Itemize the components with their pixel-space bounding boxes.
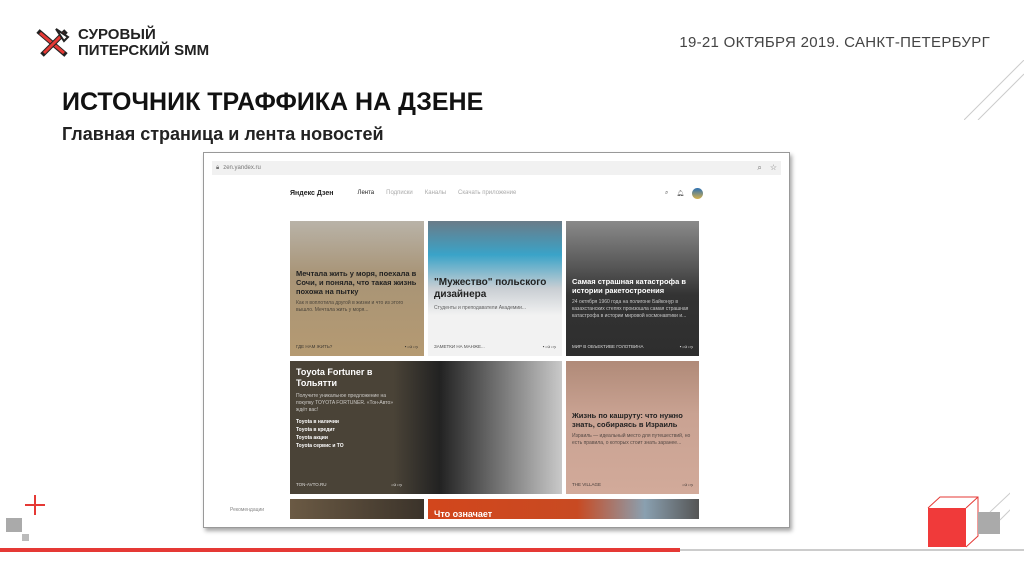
- star-icon[interactable]: ☆: [770, 163, 777, 173]
- card-what-means[interactable]: Что означает: [428, 499, 699, 519]
- like-dislike-icons[interactable]: ▪ 👍︎ 👎︎: [543, 344, 556, 350]
- ad-link[interactable]: Toyota акции: [296, 434, 556, 442]
- slide-title: ИСТОЧНИК ТРАФФИКА НА ДЗЕНЕ: [62, 88, 484, 116]
- card-text: Как я воплотила другой в жизни и что из …: [296, 300, 404, 313]
- ad-link[interactable]: Toyota сервис и ТО: [296, 442, 556, 450]
- lock-icon: 🔒︎: [216, 164, 220, 171]
- decorative-plus-squares: [6, 495, 45, 541]
- card-text: Израиль — идеальный место для путешестви…: [572, 433, 691, 446]
- nav-feed[interactable]: Лента: [358, 190, 375, 196]
- address-bar[interactable]: 🔒︎ zen.yandex.ru ⌕ ☆: [212, 161, 781, 175]
- like-dislike-icons[interactable]: ▪ 👍︎ 👎︎: [405, 344, 418, 350]
- slide-subtitle: Главная страница и лента новостей: [62, 124, 384, 144]
- like-dislike-icons[interactable]: 👍︎ 👎︎: [682, 482, 693, 488]
- card-text: Получите уникальное предложение на покуп…: [296, 393, 394, 413]
- footer-gray-line: [680, 549, 1024, 551]
- card-title: Самая страшная катастрофа в истории раке…: [572, 277, 686, 295]
- card-rocket[interactable]: Самая страшная катастрофа в истории раке…: [566, 221, 699, 356]
- nav-subscriptions[interactable]: Подписки: [386, 190, 413, 196]
- like-dislike-icons[interactable]: 👍︎ 👎︎: [391, 482, 402, 488]
- card-source[interactable]: ЗАМЕТКИ НА МАНЖЕ...: [434, 344, 485, 350]
- url-text: zen.yandex.ru: [223, 165, 261, 171]
- recommendations-label: Рекомендации: [230, 507, 265, 513]
- event-date: 19-21 ОКТЯБРЯ 2019. САНКТ-ПЕТЕРБУРГ: [679, 34, 990, 51]
- nav-download-app[interactable]: Скачать приложение: [458, 190, 516, 196]
- card-sochi[interactable]: Мечтала жить у моря, поехала в Сочи, и п…: [290, 221, 424, 356]
- card-source[interactable]: THE VILLAGE: [572, 482, 601, 488]
- zen-nav: Яндекс Дзен Лента Подписки Каналы Скачат…: [290, 186, 703, 200]
- card-title: Toyota Fortuner в Тольятти: [296, 367, 373, 388]
- footer-red-line: [0, 548, 680, 552]
- card-chandelier[interactable]: [290, 499, 424, 519]
- bell-icon[interactable]: 🔔︎: [676, 190, 684, 197]
- card-title: Мечтала жить у моря, поехала в Сочи, и п…: [296, 269, 417, 296]
- logo-line-1: СУРОВЫЙ: [78, 26, 156, 43]
- card-text: 24 октября 1960 года на полигоне Байкону…: [572, 299, 689, 319]
- ad-link[interactable]: Toyota в кредит: [296, 426, 556, 434]
- search-icon[interactable]: ⌕: [665, 190, 668, 197]
- decorative-lines: [964, 60, 1024, 120]
- card-source[interactable]: МИР В ОБЪЕКТИВЕ ГОЛОТВИНА: [572, 344, 644, 350]
- card-design[interactable]: "Мужество" польского дизайнера Студенты …: [428, 221, 562, 356]
- card-israel[interactable]: Жизнь по кашруту: что нужно знать, собир…: [566, 361, 699, 494]
- card-source[interactable]: TON-AVTO.RU: [296, 482, 327, 488]
- card-text: Студенты и преподаватели Академии...: [434, 305, 527, 311]
- card-source[interactable]: ГДЕ НАМ ЖИТЬ?: [296, 344, 332, 350]
- logo: СУРОВЫЙ ПИТЕРСКИЙ SMM: [34, 27, 209, 59]
- zen-logo[interactable]: Яндекс Дзен: [290, 190, 334, 197]
- card-toyota-ad[interactable]: Toyota Fortuner в Тольятти Получите уник…: [290, 361, 562, 494]
- ad-link[interactable]: Toyota в наличии: [296, 418, 556, 426]
- card-title: Жизнь по кашруту: что нужно знать, собир…: [572, 411, 683, 429]
- search-icon[interactable]: ⌕: [757, 163, 761, 173]
- pen-axe-logo-icon: [36, 28, 70, 57]
- avatar[interactable]: [692, 187, 703, 199]
- like-dislike-icons[interactable]: ▪ 👍︎ 👎︎: [680, 344, 693, 350]
- card-title: "Мужество" польского дизайнера: [434, 277, 547, 300]
- card-title: Что означает: [434, 509, 493, 519]
- logo-line-2: ПИТЕРСКИЙ SMM: [78, 42, 210, 59]
- nav-channels[interactable]: Каналы: [425, 190, 446, 196]
- browser-screenshot: 🔒︎ zen.yandex.ru ⌕ ☆ Яндекс Дзен Лента По…: [203, 152, 790, 528]
